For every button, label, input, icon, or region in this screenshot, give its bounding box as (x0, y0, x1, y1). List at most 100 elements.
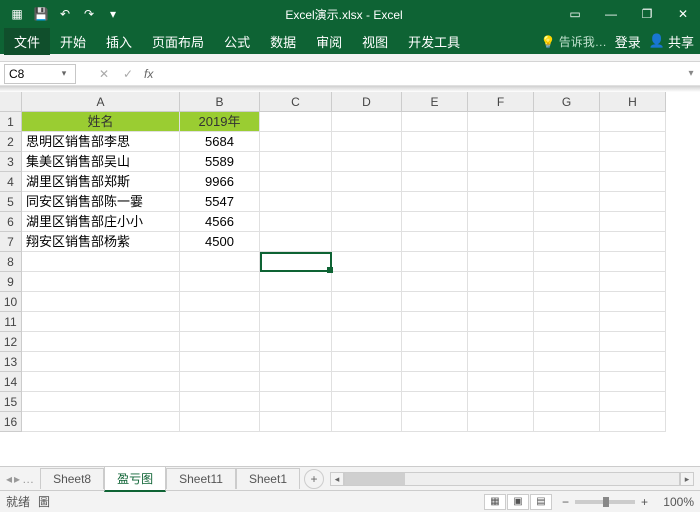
cell[interactable] (534, 112, 600, 132)
undo-icon[interactable]: ↶ (56, 5, 74, 23)
cell[interactable] (534, 152, 600, 172)
cell[interactable] (468, 112, 534, 132)
cell[interactable] (332, 392, 402, 412)
sheet-tab-sheet8[interactable]: Sheet8 (40, 468, 104, 489)
cell[interactable] (402, 372, 468, 392)
cell[interactable] (332, 112, 402, 132)
tab-home[interactable]: 开始 (50, 28, 96, 55)
cell[interactable] (534, 172, 600, 192)
row-header[interactable]: 1 (0, 112, 22, 132)
cell[interactable]: 5589 (180, 152, 260, 172)
tab-view[interactable]: 视图 (352, 28, 398, 55)
cell[interactable] (468, 352, 534, 372)
name-box[interactable]: C8 ▾ (4, 64, 76, 84)
col-header-E[interactable]: E (402, 92, 468, 112)
cell[interactable] (22, 292, 180, 312)
cell[interactable] (260, 152, 332, 172)
cell[interactable] (468, 292, 534, 312)
cell[interactable] (600, 412, 666, 432)
cell[interactable] (22, 332, 180, 352)
cell[interactable]: 集美区销售部吴山 (22, 152, 180, 172)
cell[interactable] (468, 372, 534, 392)
cell[interactable] (468, 332, 534, 352)
cell[interactable] (402, 312, 468, 332)
cell[interactable] (468, 192, 534, 212)
cell[interactable]: 5547 (180, 192, 260, 212)
zoom-slider[interactable] (575, 500, 635, 504)
cell[interactable] (402, 212, 468, 232)
cell[interactable] (332, 252, 402, 272)
col-header-A[interactable]: A (22, 92, 180, 112)
cell[interactable]: 湖里区销售部庄小小 (22, 212, 180, 232)
cell[interactable] (260, 252, 332, 272)
col-header-H[interactable]: H (600, 92, 666, 112)
zoom-slider-thumb[interactable] (603, 497, 609, 507)
login-link[interactable]: 登录 (615, 32, 641, 51)
cell[interactable] (468, 152, 534, 172)
cell[interactable] (468, 252, 534, 272)
cell[interactable] (600, 252, 666, 272)
view-layout-icon[interactable]: ▣ (507, 494, 529, 510)
row-header[interactable]: 3 (0, 152, 22, 172)
cell[interactable] (402, 192, 468, 212)
col-header-F[interactable]: F (468, 92, 534, 112)
formula-bar-input[interactable] (153, 64, 682, 84)
tab-layout[interactable]: 页面布局 (142, 28, 214, 55)
tab-review[interactable]: 审阅 (306, 28, 352, 55)
cell[interactable] (22, 372, 180, 392)
cell[interactable] (600, 352, 666, 372)
cell[interactable] (260, 172, 332, 192)
row-header[interactable]: 14 (0, 372, 22, 392)
col-header-C[interactable]: C (260, 92, 332, 112)
cell[interactable]: 思明区销售部李思 (22, 132, 180, 152)
cell[interactable] (332, 332, 402, 352)
row-header[interactable]: 7 (0, 232, 22, 252)
minimize-button[interactable]: — (594, 0, 628, 28)
cell[interactable] (332, 132, 402, 152)
cell[interactable] (534, 412, 600, 432)
cell[interactable] (260, 212, 332, 232)
share-button[interactable]: 👤共享 (649, 32, 694, 51)
cell[interactable] (260, 332, 332, 352)
tab-formulas[interactable]: 公式 (214, 28, 260, 55)
add-sheet-button[interactable]: + (304, 469, 324, 489)
cell[interactable] (600, 332, 666, 352)
tab-insert[interactable]: 插入 (96, 28, 142, 55)
cell[interactable] (600, 392, 666, 412)
cell[interactable] (600, 212, 666, 232)
cell[interactable] (468, 232, 534, 252)
cell[interactable] (260, 372, 332, 392)
formula-bar-expand-icon[interactable]: ▾ (682, 68, 700, 79)
cell[interactable] (332, 172, 402, 192)
cell[interactable] (22, 252, 180, 272)
cell[interactable]: 4500 (180, 232, 260, 252)
cell[interactable] (534, 292, 600, 312)
cell[interactable] (332, 292, 402, 312)
cell[interactable] (600, 312, 666, 332)
close-button[interactable]: ✕ (666, 0, 700, 28)
cell[interactable]: 9966 (180, 172, 260, 192)
zoom-out-button[interactable]: − (562, 495, 569, 509)
cell[interactable] (534, 252, 600, 272)
cell[interactable] (534, 392, 600, 412)
cell[interactable] (180, 332, 260, 352)
row-header[interactable]: 2 (0, 132, 22, 152)
sheet-tab-yingkui[interactable]: 盈亏图 (104, 466, 166, 492)
cell[interactable]: 翔安区销售部杨紫 (22, 232, 180, 252)
grid[interactable]: A B C D E F G H 1姓名2019年2思明区销售部李思56843集美… (0, 92, 700, 466)
cell[interactable] (600, 172, 666, 192)
cell[interactable] (534, 132, 600, 152)
cell[interactable] (468, 392, 534, 412)
cell[interactable] (332, 272, 402, 292)
cell[interactable] (22, 412, 180, 432)
horizontal-scrollbar[interactable]: ◂ ▸ (330, 472, 694, 486)
restore-button[interactable]: ❐ (630, 0, 664, 28)
cell[interactable] (332, 192, 402, 212)
row-header[interactable]: 12 (0, 332, 22, 352)
cell[interactable] (402, 112, 468, 132)
cell[interactable] (402, 272, 468, 292)
select-all-corner[interactable] (0, 92, 22, 112)
cell[interactable] (260, 412, 332, 432)
sheet-tab-sheet11[interactable]: Sheet11 (166, 468, 236, 489)
cell[interactable] (402, 252, 468, 272)
